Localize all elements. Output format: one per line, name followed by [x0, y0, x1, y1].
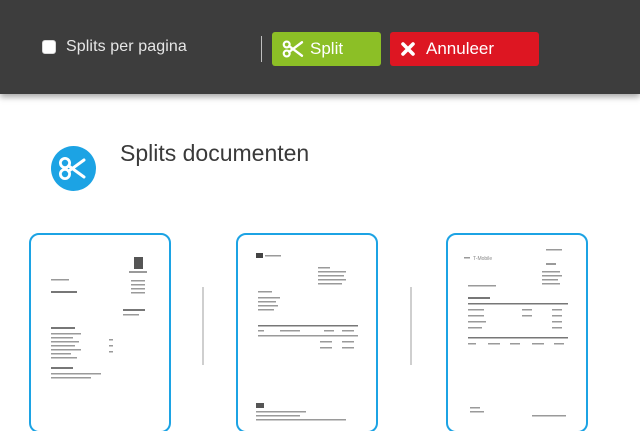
split-per-page-option[interactable]: Splits per pagina	[42, 38, 187, 56]
split-per-page-label[interactable]: Splits per pagina	[66, 38, 187, 56]
scissors-icon	[282, 40, 304, 58]
page-title: Splits documenten	[120, 140, 310, 166]
document-preview	[51, 257, 147, 379]
scissors-icon	[51, 146, 96, 191]
toolbar: Splits per pagina Split Annuleer	[0, 0, 640, 94]
page-thumbnail-3[interactable]: T-Mobile	[446, 233, 588, 431]
cancel-button-label: Annuleer	[426, 39, 495, 58]
document-preview	[256, 253, 358, 421]
split-per-page-checkbox[interactable]	[42, 40, 56, 54]
document-preview: T-Mobile	[464, 249, 568, 417]
page-thumbnail-2[interactable]	[236, 233, 378, 431]
cancel-button[interactable]: Annuleer	[390, 32, 539, 66]
logo-text: T-Mobile	[473, 256, 492, 262]
page-thumbnail-1[interactable]	[29, 233, 171, 431]
split-divider[interactable]	[410, 287, 412, 365]
close-icon	[401, 42, 415, 56]
split-divider[interactable]	[202, 287, 204, 365]
toolbar-divider	[261, 36, 262, 62]
split-button-label: Split	[310, 39, 344, 58]
split-button[interactable]: Split	[272, 32, 381, 66]
